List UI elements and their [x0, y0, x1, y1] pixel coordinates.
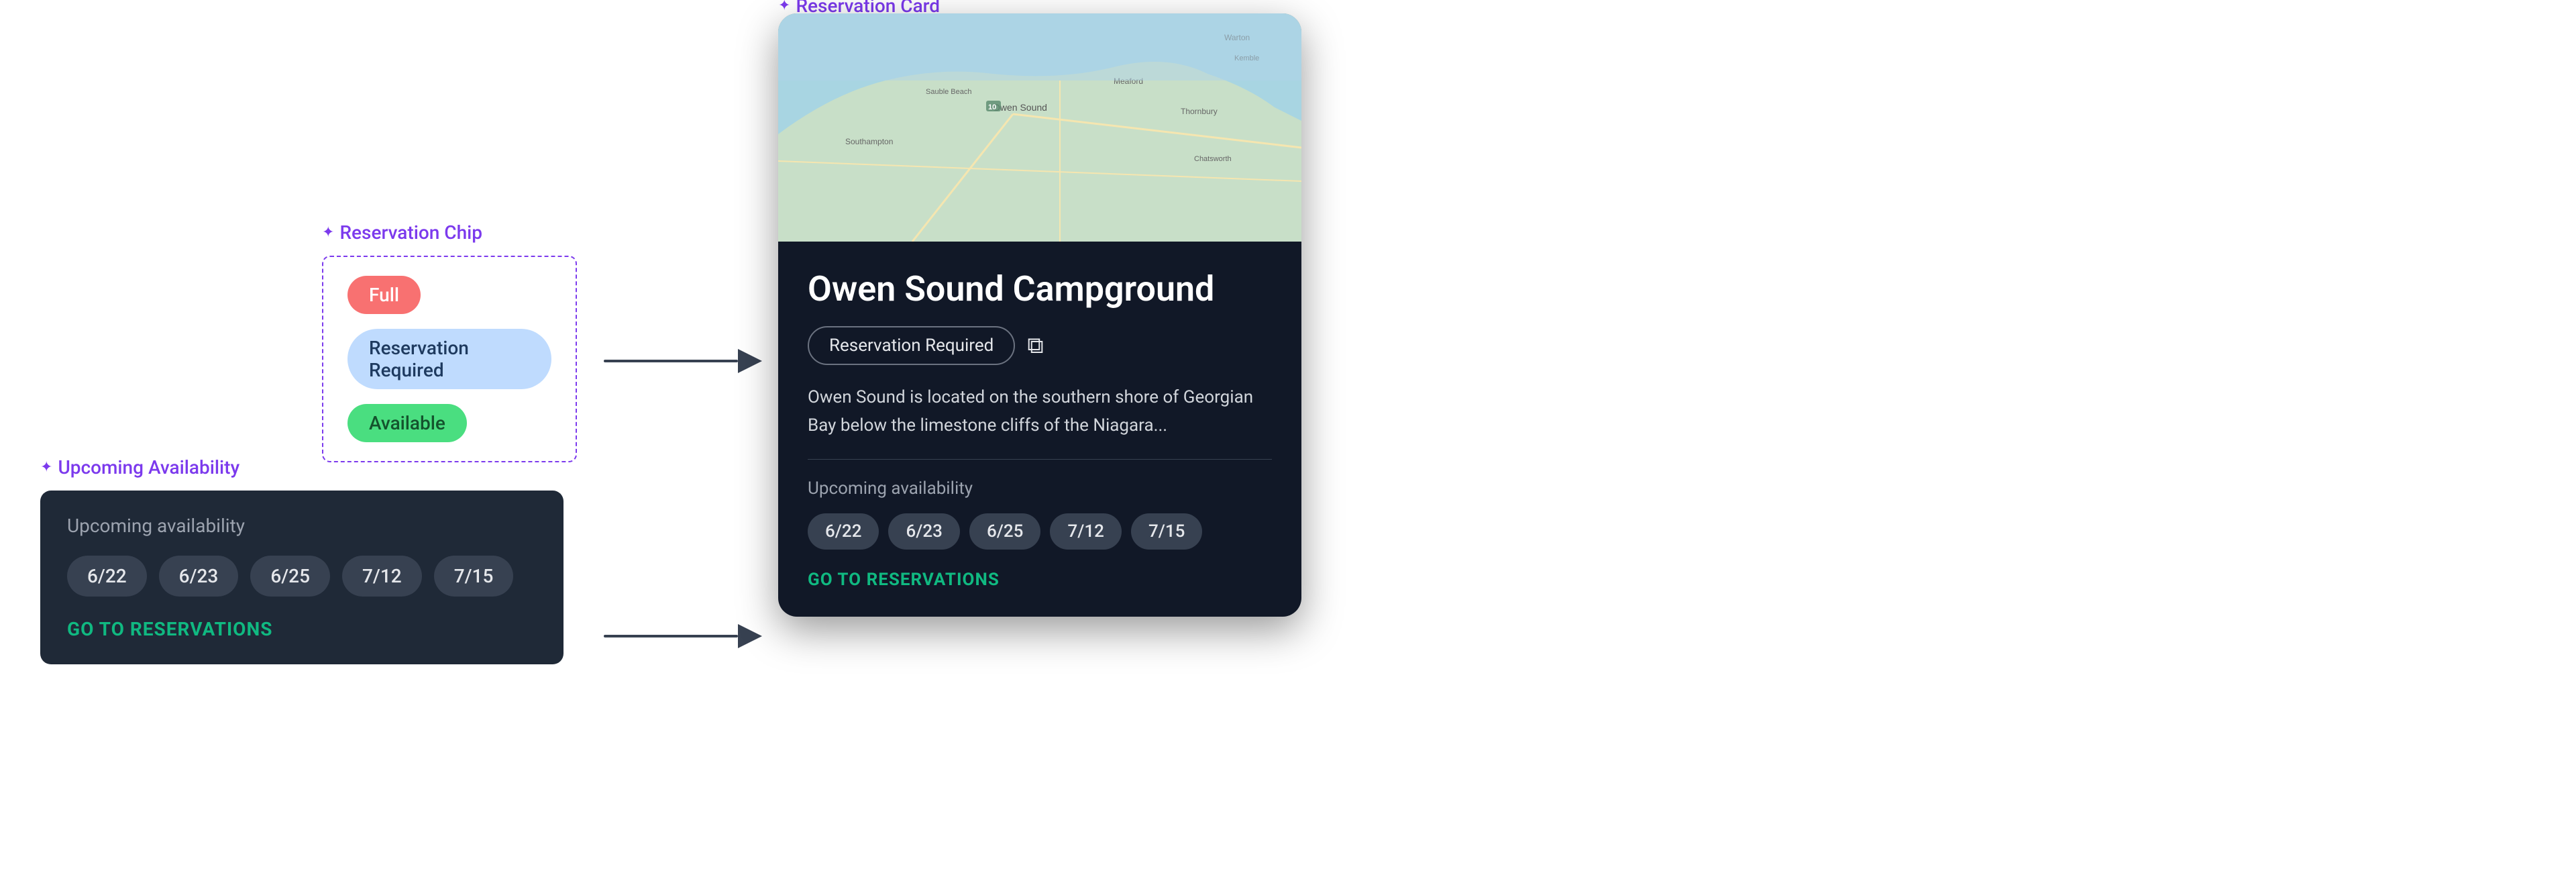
svg-text:Sauble Beach: Sauble Beach	[926, 88, 972, 96]
card-body: Owen Sound Campground Reservation Requir…	[778, 242, 1301, 617]
arrow-chip-to-card	[604, 349, 762, 373]
bookmark-icon[interactable]: ⧉	[1027, 332, 1043, 359]
chip-section-label: Reservation Chip	[322, 221, 577, 244]
availability-label: Upcoming availability	[67, 515, 537, 537]
card-go-reservations-button[interactable]: GO TO RESERVATIONS	[808, 570, 1272, 590]
reservation-card: Owen Sound Southampton Sauble Beach Meaf…	[778, 13, 1301, 617]
date-chip-0[interactable]: 6/22	[67, 556, 147, 597]
svg-text:Thornbury: Thornbury	[1181, 107, 1218, 116]
chip-reservation: Reservation Required	[347, 329, 551, 389]
svg-text:10: 10	[988, 103, 996, 111]
chip-box: Full Reservation Required Available	[322, 256, 577, 462]
card-date-chip-3[interactable]: 7/12	[1050, 513, 1121, 550]
card-divider	[808, 459, 1272, 460]
card-date-chip-2[interactable]: 6/25	[969, 513, 1040, 550]
availability-section: Upcoming Availability Upcoming availabil…	[40, 456, 564, 664]
card-title: Owen Sound Campground	[808, 268, 1272, 310]
svg-text:Chatsworth: Chatsworth	[1194, 155, 1232, 163]
arrow-line-2	[604, 635, 738, 637]
card-date-chips-row: 6/22 6/23 6/25 7/12 7/15	[808, 513, 1272, 550]
svg-text:Southampton: Southampton	[845, 137, 893, 146]
chip-section: Reservation Chip Full Reservation Requir…	[322, 221, 577, 462]
arrow-head	[738, 349, 762, 373]
availability-card: Upcoming availability 6/22 6/23 6/25 7/1…	[40, 491, 564, 664]
arrow-line	[604, 360, 738, 362]
arrow-avail-to-card	[604, 624, 762, 648]
go-reservations-button[interactable]: GO TO RESERVATIONS	[67, 618, 537, 640]
date-chip-4[interactable]: 7/15	[434, 556, 514, 597]
card-date-chip-4[interactable]: 7/15	[1131, 513, 1202, 550]
card-map: Owen Sound Southampton Sauble Beach Meaf…	[778, 13, 1301, 242]
card-chips-row: Reservation Required ⧉	[808, 326, 1272, 365]
date-chip-2[interactable]: 6/25	[250, 556, 330, 597]
card-date-chip-1[interactable]: 6/23	[888, 513, 959, 550]
card-avail-label: Upcoming availability	[808, 478, 1272, 499]
arrow-head-2	[738, 624, 762, 648]
date-chips-row: 6/22 6/23 6/25 7/12 7/15	[67, 556, 537, 597]
chip-available: Available	[347, 404, 467, 442]
chip-full: Full	[347, 276, 421, 314]
date-chip-1[interactable]: 6/23	[159, 556, 239, 597]
availability-section-label: Upcoming Availability	[40, 456, 564, 478]
card-chip-reservation: Reservation Required	[808, 326, 1015, 365]
card-description: Owen Sound is located on the southern sh…	[808, 384, 1272, 440]
date-chip-3[interactable]: 7/12	[342, 556, 422, 597]
card-date-chip-0[interactable]: 6/22	[808, 513, 879, 550]
svg-text:Owen Sound: Owen Sound	[993, 102, 1047, 113]
